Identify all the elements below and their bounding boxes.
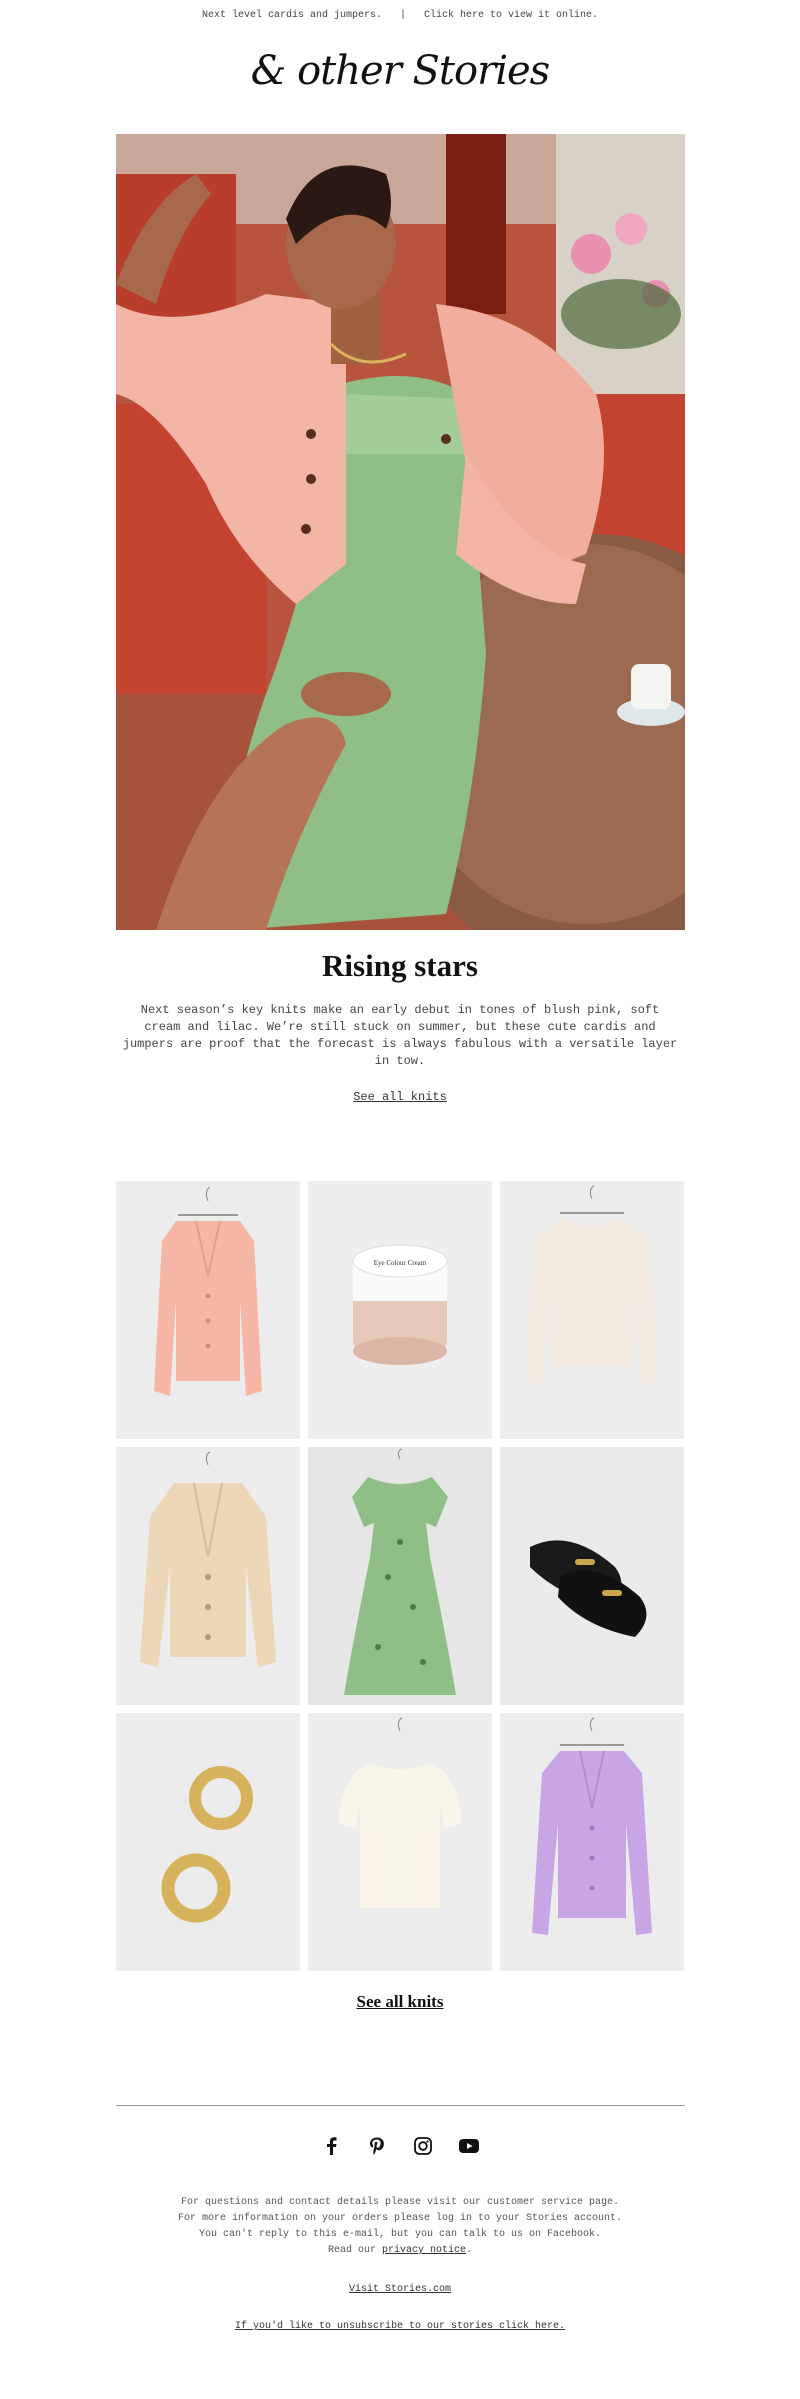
footer-divider — [116, 2105, 685, 2106]
social-links — [0, 2136, 800, 2156]
product-beige-knit-cardigan[interactable] — [116, 1447, 300, 1705]
privacy-suffix: . — [466, 2245, 473, 2256]
product-green-floral-dress[interactable] — [308, 1447, 492, 1705]
footer-line-customer-service: For questions and contact details please… — [180, 2197, 620, 2208]
see-all-knits-button[interactable]: See all knits — [0, 1992, 800, 2012]
preheader: Next level cardis and jumpers. | Click h… — [0, 10, 800, 21]
footer-line-privacy: Read our privacy notice. — [0, 2243, 800, 2259]
preheader-separator: | — [399, 10, 406, 21]
product-beauty-cream-jar[interactable]: Eye Colour Cream — [308, 1181, 492, 1439]
product-gold-hoop-earrings[interactable] — [116, 1713, 300, 1971]
footer-line-reply: You can't reply to this e-mail, but you … — [198, 2229, 602, 2240]
footer-info: For questions and contact details please… — [0, 2195, 800, 2259]
instagram-icon[interactable] — [413, 2136, 433, 2156]
view-online-link[interactable]: Click here to view it online. — [424, 10, 598, 21]
youtube-icon[interactable] — [459, 2136, 479, 2156]
headline: Rising stars — [322, 948, 478, 983]
preheader-text: Next level cardis and jumpers. — [201, 10, 382, 21]
product-white-puff-sleeve-sweater[interactable] — [308, 1713, 492, 1971]
pinterest-icon[interactable] — [367, 2136, 387, 2156]
unsubscribe-link[interactable]: If you'd like to unsubscribe to our stor… — [0, 2321, 800, 2332]
product-cream-sweater[interactable] — [500, 1181, 684, 1439]
privacy-prefix: Read our — [327, 2245, 376, 2256]
product-lilac-cardigan[interactable] — [500, 1713, 684, 1971]
footer-line-account: For more information on your orders plea… — [177, 2213, 623, 2224]
see-all-knits-link[interactable]: See all knits — [0, 1090, 800, 1104]
body-copy: Next season’s key knits make an early de… — [122, 1003, 678, 1068]
visit-stories-link[interactable]: Visit Stories.com — [0, 2284, 800, 2295]
product-pink-cardigan[interactable] — [116, 1181, 300, 1439]
product-black-loafers[interactable] — [500, 1447, 684, 1705]
brand-logo[interactable]: & other Stories — [0, 48, 800, 94]
privacy-notice-link[interactable]: privacy notice — [382, 2245, 466, 2256]
product-grid: Eye Colour Cream — [116, 1181, 685, 1971]
facebook-icon[interactable] — [321, 2136, 341, 2156]
hero-image[interactable] — [116, 134, 685, 930]
svg-text:Eye Colour Cream: Eye Colour Cream — [374, 1259, 427, 1267]
